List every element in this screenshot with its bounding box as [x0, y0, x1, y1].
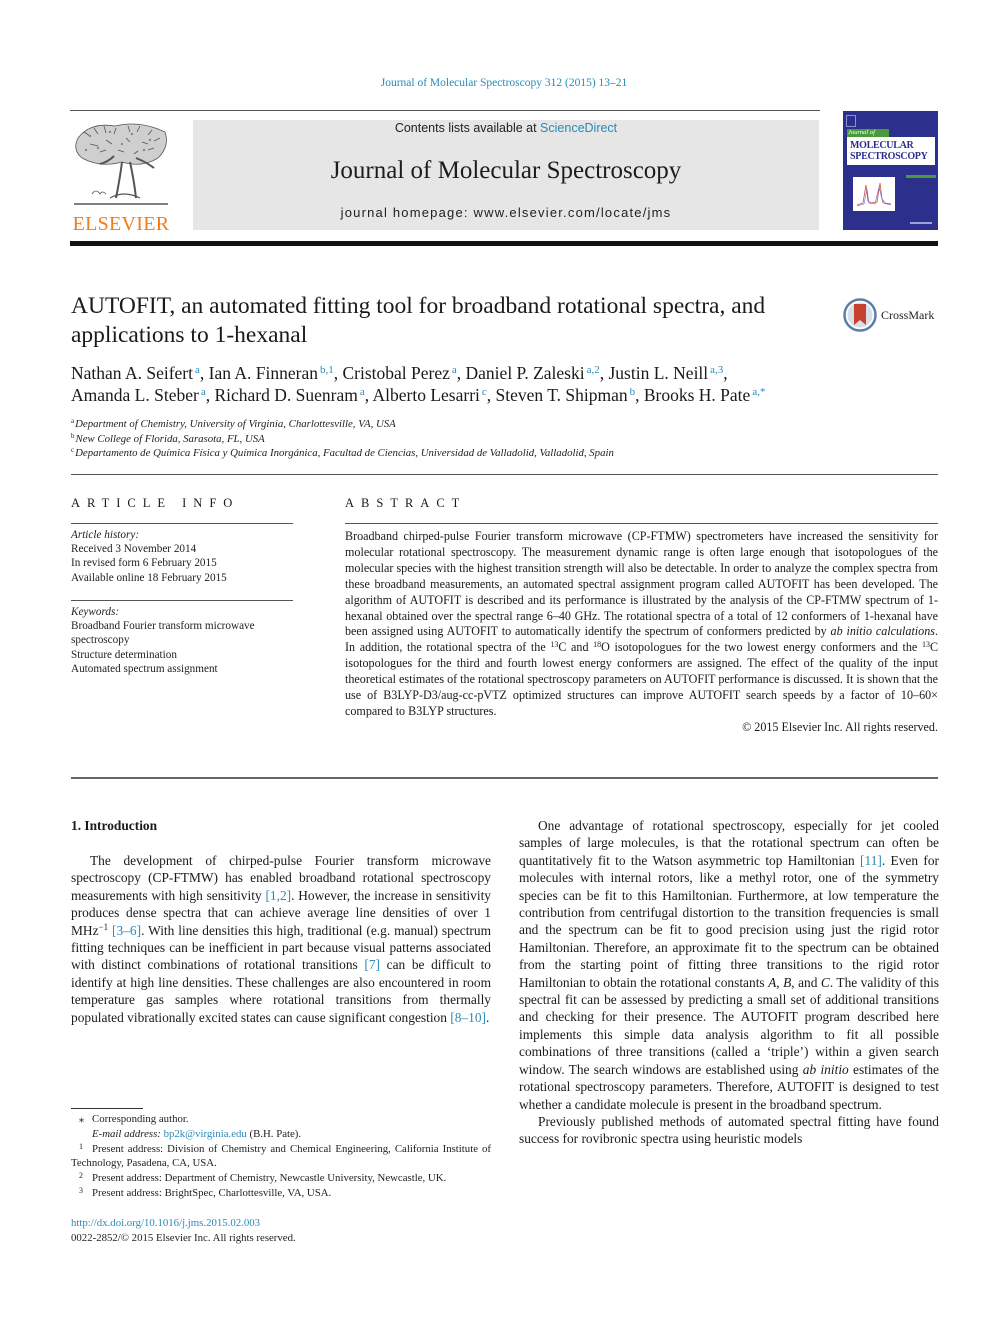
citation-link[interactable]: [7]	[364, 957, 380, 972]
footnotes: ⁎ Corresponding author. E-mail address: b…	[71, 1112, 491, 1201]
author[interactable]: Steven T. Shipman b	[496, 385, 636, 405]
abstract-heading: ABSTRACT	[345, 496, 467, 510]
cover-publisher-mark	[846, 115, 856, 127]
keywords-rule	[71, 600, 293, 601]
affiliation: cDepartamento de Química Física y Químic…	[71, 446, 614, 460]
abstract-bottom-rule	[71, 777, 938, 779]
journal-citation-link[interactable]: Journal of Molecular Spectroscopy 312 (2…	[0, 77, 992, 89]
paragraph: Previously published methods of automate…	[519, 1113, 939, 1147]
issn-copyright: 0022-2852/© 2015 Elsevier Inc. All right…	[71, 1232, 296, 1244]
affiliation: aDepartment of Chemistry, University of …	[71, 417, 396, 431]
abstract-text: Broadband chirped-pulse Fourier transfor…	[345, 529, 939, 718]
cover-spectrum-icon	[856, 182, 892, 207]
footnote: 2 Present address: Department of Chemistr…	[79, 1171, 447, 1185]
citation-link[interactable]: [3–6]	[112, 923, 141, 938]
cover-footer-mark	[910, 222, 932, 224]
cover-journal-of: Journal of	[847, 129, 889, 137]
affiliations: aDepartment of Chemistry, University of …	[71, 417, 941, 461]
cover-title-line1: MOLECULAR	[850, 140, 914, 151]
author[interactable]: Nathan A. Seifert a	[71, 363, 200, 383]
author[interactable]: Amanda L. Steber a	[71, 385, 206, 405]
author[interactable]: Cristobal Perez a	[342, 363, 456, 383]
elsevier-logo[interactable]: ELSEVIER	[70, 118, 172, 235]
affiliation-rule	[71, 474, 938, 475]
sciencedirect-link[interactable]: ScienceDirect	[540, 121, 617, 135]
footnote: 1 Present address: Division of Chemistry …	[71, 1141, 491, 1170]
author-corresponding[interactable]: Brooks H. Pate a,*	[644, 385, 766, 405]
abstract-rule	[345, 523, 938, 524]
author[interactable]: Justin L. Neill a,3	[609, 363, 724, 383]
author[interactable]: Richard D. Suenram a	[214, 385, 364, 405]
keywords: Keywords: Broadband Fourier transform mi…	[71, 605, 293, 676]
keyword: Structure determination	[71, 648, 177, 661]
abstract-body: Broadband chirped-pulse Fourier transfor…	[345, 529, 938, 736]
right-column: One advantage of rotational spectroscopy…	[519, 817, 939, 1148]
article-title: AUTOFIT, an automated fitting tool for b…	[71, 293, 766, 348]
author[interactable]: Ian A. Finneran b,1	[209, 363, 334, 383]
affiliation: bNew College of Florida, Sarasota, FL, U…	[71, 431, 265, 445]
cover-green-bar	[906, 175, 936, 178]
footnote: 3 Present address: BrightSpec, Charlottes…	[79, 1185, 332, 1199]
section-heading-introduction: 1. Introduction	[71, 818, 158, 833]
abstract-copyright: © 2015 Elsevier Inc. All rights reserved…	[742, 719, 938, 734]
journal-cover-thumbnail[interactable]: Journal of MOLECULAR SPECTROSCOPY	[843, 111, 938, 230]
article-history: Article history: Received 3 November 201…	[71, 528, 293, 585]
article-info-rule	[71, 523, 293, 524]
citation-link[interactable]: [8–10]	[450, 1010, 486, 1025]
contents-prefix: Contents lists available at	[394, 121, 541, 135]
paragraph: The development of chirped-pulse Fourier…	[71, 853, 492, 1025]
history-online: Available online 18 February 2015	[71, 571, 227, 584]
citation-link[interactable]: [11]	[860, 853, 882, 868]
doi-block: http://dx.doi.org/10.1016/j.jms.2015.02.…	[71, 1216, 296, 1246]
left-column: The development of chirped-pulse Fourier…	[71, 852, 491, 1026]
doi-link[interactable]: http://dx.doi.org/10.1016/j.jms.2015.02.…	[71, 1217, 260, 1229]
citation-link[interactable]: [1,2]	[265, 888, 291, 903]
masthead-thick-rule	[70, 241, 938, 246]
email-link[interactable]: bp2k@virginia.edu	[164, 1128, 247, 1140]
article-history-label: Article history:	[71, 529, 140, 541]
footnote-corresponding: ⁎ Corresponding author.	[79, 1113, 189, 1125]
history-received: Received 3 November 2014	[71, 543, 197, 556]
journal-masthead: Contents lists available at ScienceDirec…	[193, 120, 819, 230]
cover-figure	[853, 177, 895, 211]
author-list: Nathan A. Seifert a, Ian A. Finneran b,1, …	[71, 363, 766, 405]
history-revised: In revised form 6 February 2015	[71, 557, 217, 570]
keyword: Automated spectrum assignment	[71, 662, 218, 675]
crossmark-icon	[843, 298, 877, 332]
author[interactable]: Daniel P. Zaleski a,2	[466, 363, 600, 383]
keywords-label: Keywords:	[71, 606, 120, 618]
footnote-rule	[71, 1108, 143, 1109]
contents-line: Contents lists available at ScienceDirec…	[193, 121, 819, 135]
cover-title-block: MOLECULAR SPECTROSCOPY	[847, 137, 935, 165]
keyword: Broadband Fourier transform microwave sp…	[71, 620, 255, 647]
crossmark-label: CrossMark	[881, 307, 935, 322]
paragraph: One advantage of rotational spectroscopy…	[519, 818, 939, 1112]
journal-title: Journal of Molecular Spectroscopy	[330, 157, 682, 184]
elsevier-wordmark: ELSEVIER	[72, 213, 170, 235]
crossmark-badge[interactable]: CrossMark	[843, 298, 934, 332]
article-info-heading: ARTICLE INFO	[71, 496, 240, 510]
author[interactable]: Alberto Lesarri c	[373, 385, 487, 405]
elsevier-tree-icon	[74, 123, 168, 205]
journal-homepage[interactable]: journal homepage: www.elsevier.com/locat…	[193, 205, 819, 220]
footnote-email: E-mail address: bp2k@virginia.edu (B.H. …	[92, 1127, 302, 1140]
cover-title-line2: SPECTROSCOPY	[850, 151, 928, 162]
header-rule	[70, 110, 820, 111]
